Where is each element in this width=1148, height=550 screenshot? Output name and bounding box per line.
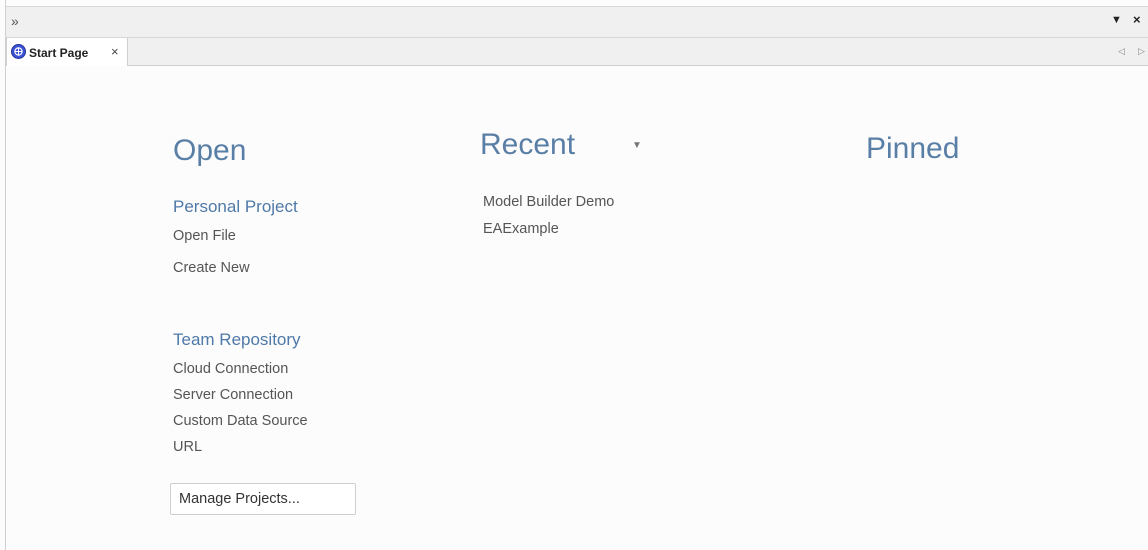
recent-heading: Recent bbox=[480, 128, 576, 161]
open-file-link[interactable]: Open File bbox=[173, 228, 236, 244]
close-icon[interactable]: × bbox=[1133, 12, 1141, 27]
team-repository-heading[interactable]: Team Repository bbox=[173, 330, 301, 350]
cloud-connection-link[interactable]: Cloud Connection bbox=[173, 361, 288, 377]
recent-dropdown-icon[interactable]: ▼ bbox=[632, 140, 642, 151]
recent-item[interactable]: EAExample bbox=[483, 221, 559, 237]
ea-logo-icon bbox=[11, 44, 26, 59]
custom-data-source-link[interactable]: Custom Data Source bbox=[173, 413, 308, 429]
tab-close-icon[interactable]: × bbox=[111, 44, 119, 59]
panel-header: » ▼ × bbox=[6, 6, 1148, 38]
window-border bbox=[5, 0, 6, 550]
tab-start-page[interactable]: Start Page × bbox=[6, 38, 128, 66]
scroll-left-icon[interactable]: ◁ bbox=[1118, 46, 1125, 57]
pinned-heading: Pinned bbox=[866, 132, 960, 165]
server-connection-link[interactable]: Server Connection bbox=[173, 387, 293, 403]
start-page-window: » ▼ × Start Page × ◁ ▷ Open Personal Pro… bbox=[0, 0, 1148, 550]
recent-item[interactable]: Model Builder Demo bbox=[483, 194, 614, 210]
manage-projects-button[interactable]: Manage Projects... bbox=[170, 483, 356, 515]
personal-project-heading[interactable]: Personal Project bbox=[173, 197, 298, 217]
create-new-link[interactable]: Create New bbox=[173, 260, 250, 276]
scroll-right-icon[interactable]: ▷ bbox=[1138, 46, 1145, 57]
url-link[interactable]: URL bbox=[173, 439, 202, 455]
tab-label: Start Page bbox=[29, 46, 89, 60]
tab-bar: Start Page × ◁ ▷ bbox=[6, 38, 1148, 66]
dropdown-arrow-icon[interactable]: ▼ bbox=[1111, 14, 1122, 26]
double-chevron-right-icon[interactable]: » bbox=[11, 13, 19, 29]
open-heading: Open bbox=[173, 134, 247, 167]
